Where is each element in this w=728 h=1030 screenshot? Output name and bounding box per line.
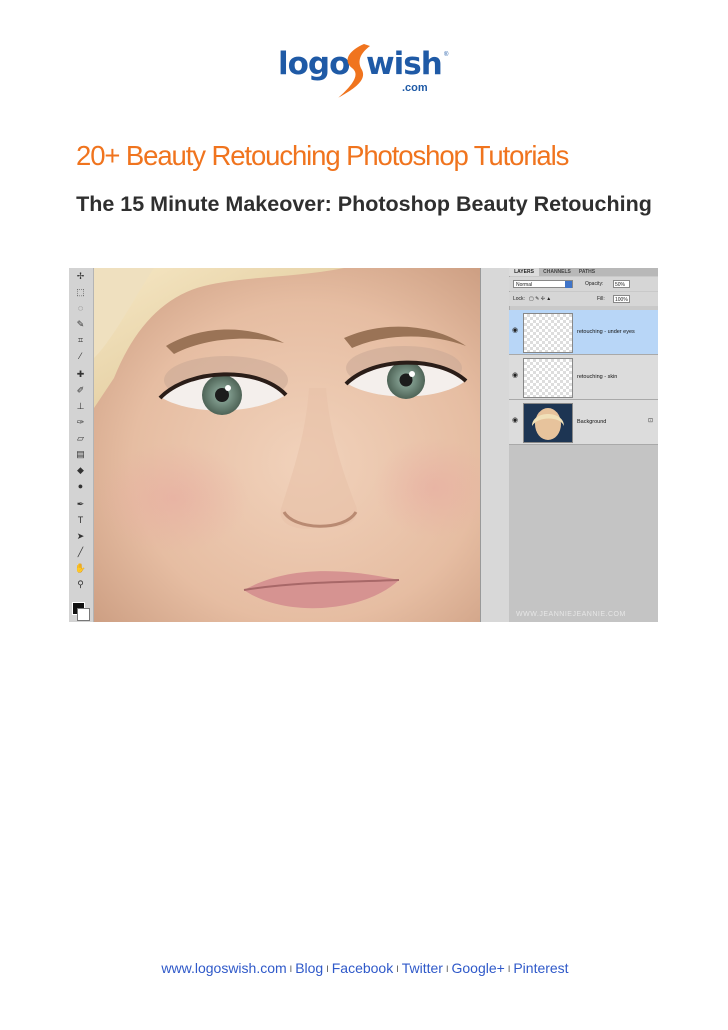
footer-link-pinterest[interactable]: Pinterest: [513, 960, 568, 976]
footer-link-blog[interactable]: Blog: [295, 960, 323, 976]
footer-links: www.logoswish.com I Blog I Facebook I Twitter I…: [120, 960, 610, 976]
brush-tool-icon: ✐: [76, 385, 85, 395]
hand-tool-icon: ✋: [74, 563, 87, 573]
dodge-tool-icon: ●: [77, 481, 84, 491]
panel-tab-bar: LAYERS CHANNELS PATHS: [509, 268, 658, 276]
lasso-tool-icon: ◌: [77, 303, 84, 313]
layer-row[interactable]: ◉ retouching - under eyes: [509, 310, 658, 355]
tab-layers[interactable]: LAYERS: [509, 268, 539, 276]
gradient-tool-icon: ▤: [76, 449, 85, 459]
logo-domain: .com: [402, 82, 428, 94]
history-brush-tool-icon: ✑: [76, 417, 85, 427]
blend-opacity-row: Normal Opacity: 50%: [509, 277, 658, 291]
path-select-tool-icon: ➤: [76, 531, 85, 541]
footer-link-twitter[interactable]: Twitter: [402, 960, 443, 976]
eye-icon[interactable]: ◉: [512, 327, 520, 334]
page-title: 20+ Beauty Retouching Photoshop Tutorial…: [76, 140, 569, 171]
type-tool-icon: T: [77, 515, 84, 525]
eye-icon[interactable]: ◉: [512, 372, 520, 379]
footer-link-website[interactable]: www.logoswish.com: [161, 960, 286, 976]
opacity-field[interactable]: 50%: [613, 280, 630, 288]
lock-icon: ⊡: [647, 418, 653, 424]
registered-mark: ®: [444, 52, 449, 58]
layer-thumbnail: [523, 313, 573, 353]
clone-stamp-tool-icon: ⊥: [76, 401, 85, 411]
tutorial-title: The 15 Minute Makeover: Photoshop Beauty…: [76, 192, 652, 216]
layers-panel: LAYERS CHANNELS PATHS Normal Opacity: 50…: [480, 268, 658, 622]
tab-channels[interactable]: CHANNELS: [540, 268, 574, 276]
opacity-label: Opacity:: [585, 281, 604, 287]
crop-tool-icon: ⌗: [77, 335, 84, 345]
footer-separator: I: [326, 964, 329, 974]
eraser-tool-icon: ▱: [77, 433, 84, 443]
tab-paths[interactable]: PATHS: [575, 268, 599, 276]
footer-separator: I: [396, 964, 399, 974]
zoom-tool-icon: ⚲: [77, 579, 84, 589]
footer-link-facebook[interactable]: Facebook: [332, 960, 393, 976]
shape-tool-icon: ╱: [77, 547, 84, 557]
layer-thumbnail-background: [523, 403, 573, 443]
panel-dock-strip: [481, 268, 510, 622]
healing-brush-tool-icon: ✚: [76, 369, 85, 379]
lock-label: Lock:: [513, 296, 525, 302]
blend-mode-value: Normal: [516, 282, 533, 288]
lock-fill-row: Lock: ▢ ✎ ✢ ▲ Fill: 100%: [509, 292, 658, 306]
layer-name: retouching - skin: [577, 374, 618, 380]
quick-select-tool-icon: ✎: [76, 319, 85, 329]
fill-field[interactable]: 100%: [613, 295, 630, 303]
layer-name: retouching - under eyes: [577, 329, 635, 335]
footer-separator: I: [289, 964, 293, 974]
blur-tool-icon: ◆: [77, 465, 84, 475]
chevron-down-icon: [565, 281, 572, 288]
blend-mode-select[interactable]: Normal: [513, 280, 573, 288]
eyedropper-tool-icon: ⁄: [79, 351, 82, 361]
panel-empty-area: [509, 445, 658, 622]
move-tool-icon: ✢: [76, 271, 85, 281]
layer-row[interactable]: ◉ Background ⊡: [509, 400, 658, 445]
pen-tool-icon: ✒: [76, 499, 85, 509]
logo-text-wish: wish: [366, 46, 443, 82]
fill-label: Fill:: [597, 296, 605, 302]
retouched-portrait-photo: [94, 268, 480, 622]
photoshop-toolbar: ✢ ⬚ ◌ ✎ ⌗ ⁄ ✚ ✐ ⊥ ✑ ▱ ▤ ◆ ● ✒ T ➤ ╱ ✋ ⚲: [69, 268, 94, 622]
eye-icon[interactable]: ◉: [512, 417, 520, 424]
footer-link-googleplus[interactable]: Google+: [451, 960, 504, 976]
marquee-tool-icon: ⬚: [76, 287, 85, 297]
image-watermark: WWW.JEANNIEJEANNIE.COM: [516, 611, 626, 618]
layer-name: Background: [577, 419, 607, 425]
layer-thumbnail: [523, 358, 573, 398]
tutorial-screenshot: ✢ ⬚ ◌ ✎ ⌗ ⁄ ✚ ✐ ⊥ ✑ ▱ ▤ ◆ ● ✒ T ➤ ╱ ✋ ⚲: [69, 268, 658, 622]
background-color-swatch: [77, 608, 90, 621]
layer-row[interactable]: ◉ retouching - skin: [509, 355, 658, 400]
logoswish-logo[interactable]: logo wish ® .com: [278, 38, 458, 108]
lock-icons[interactable]: ▢ ✎ ✢ ▲: [529, 296, 551, 302]
